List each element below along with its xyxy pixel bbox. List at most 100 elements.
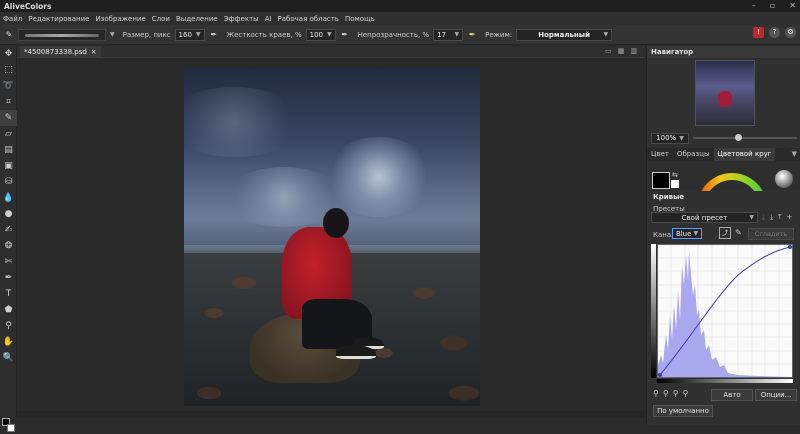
- navigator-header: Навигатор: [647, 46, 800, 58]
- gradient-tool-icon[interactable]: ▤: [0, 142, 17, 158]
- hand-tool-icon[interactable]: ✋: [0, 334, 17, 350]
- white-point-eyedropper-icon[interactable]: ⚲: [673, 389, 679, 398]
- pen-tool-icon[interactable]: ✒: [0, 270, 17, 286]
- pressure-pen-icon[interactable]: ✒: [209, 30, 219, 40]
- pressure-pen-icon[interactable]: ✒: [340, 30, 350, 40]
- options-button[interactable]: Опции...: [755, 389, 797, 401]
- foreground-color-swatch[interactable]: [652, 172, 670, 189]
- gray-point-eyedropper-icon[interactable]: ⚲: [663, 389, 669, 398]
- menu-effects[interactable]: Эффекты: [224, 15, 259, 23]
- menu-ai[interactable]: AI: [265, 15, 272, 23]
- opacity-input[interactable]: 17 ▼: [433, 28, 464, 41]
- swap-colors-icon[interactable]: ⇆: [672, 171, 678, 179]
- zoom-slider[interactable]: [693, 134, 797, 141]
- crop-tool-icon[interactable]: ⌗: [0, 94, 17, 110]
- zoom-slider-knob[interactable]: [734, 134, 742, 141]
- navigator-thumbnail[interactable]: [695, 60, 755, 126]
- document-tab[interactable]: *4500873338.psd ×: [20, 46, 101, 58]
- window-controls: – ▫ ✕: [752, 0, 796, 12]
- fill-tool-icon[interactable]: ▣: [0, 158, 17, 174]
- shape-tool-icon[interactable]: ⬟: [0, 302, 17, 318]
- channel-value: Blue: [675, 229, 692, 238]
- tab-color[interactable]: Цвет: [647, 148, 673, 161]
- horizontal-scrollbar[interactable]: [17, 411, 645, 418]
- blend-mode-value: Нормальный: [538, 30, 590, 39]
- menu-selection[interactable]: Выделение: [176, 15, 218, 23]
- panel-menu-icon[interactable]: ▼: [792, 148, 800, 161]
- background-color-swatch[interactable]: [7, 424, 15, 432]
- text-tool-icon[interactable]: T: [0, 286, 17, 302]
- move-tool-icon[interactable]: ✥: [0, 46, 17, 62]
- curves-graph-svg: [658, 245, 792, 377]
- lasso-tool-icon[interactable]: ➰: [0, 78, 17, 94]
- hardness-input[interactable]: 100 ▼: [305, 28, 336, 41]
- pressure-pen-icon[interactable]: ✒: [467, 30, 477, 40]
- maximize-icon[interactable]: ▫: [770, 0, 775, 12]
- title-bar: AliveColors – ▫ ✕: [0, 0, 800, 12]
- curves-graph[interactable]: [657, 244, 793, 378]
- channel-select[interactable]: Blue ▼: [672, 228, 702, 239]
- single-view-icon[interactable]: ▭: [605, 47, 612, 55]
- curve-endpoint[interactable]: [658, 373, 662, 377]
- marquee-tool-icon[interactable]: ⬚: [0, 62, 17, 78]
- black-point-eyedropper-icon[interactable]: ⚲: [653, 389, 659, 398]
- menu-help[interactable]: Помощь: [345, 15, 375, 23]
- retouch-tool-icon[interactable]: ✄: [0, 254, 17, 270]
- delete-preset-icon[interactable]: ⤓: [762, 213, 765, 222]
- curve-endpoint[interactable]: [788, 245, 792, 249]
- effects-brush-icon[interactable]: ❂: [0, 238, 17, 254]
- blur-tool-icon[interactable]: 💧: [0, 190, 17, 206]
- app-title: AliveColors: [4, 1, 52, 11]
- menu-file[interactable]: Файл: [3, 15, 22, 23]
- background-color-swatch[interactable]: [671, 180, 679, 188]
- help-icon[interactable]: ?: [769, 27, 780, 38]
- sample-eyedropper-icon[interactable]: ⚲: [683, 389, 689, 398]
- add-preset-icon[interactable]: +: [786, 213, 792, 222]
- menu-image[interactable]: Изображение: [95, 15, 145, 23]
- grid-view-icon[interactable]: ▦: [618, 47, 625, 55]
- alert-icon[interactable]: !: [753, 27, 764, 38]
- pencil-icon[interactable]: ✎: [735, 228, 742, 237]
- preset-select[interactable]: Свой пресет ▼: [651, 212, 758, 223]
- cloud-highlight: [184, 87, 304, 157]
- document-tab-row: *4500873338.psd × ▭ ▦ ▥: [17, 46, 645, 58]
- blend-mode-select[interactable]: Нормальный ▼: [516, 28, 613, 41]
- zoom-tool-icon[interactable]: 🔍: [0, 350, 17, 366]
- export-preset-icon[interactable]: ⤒: [778, 213, 781, 222]
- size-input[interactable]: 160 ▼: [174, 28, 205, 41]
- menu-layers[interactable]: Слои: [152, 15, 170, 23]
- minimize-icon[interactable]: –: [752, 0, 756, 12]
- zoom-select[interactable]: 100% ▼: [651, 132, 689, 144]
- color-swatches[interactable]: [2, 418, 16, 434]
- eraser-tool-icon[interactable]: ▱: [0, 126, 17, 142]
- smooth-button[interactable]: Сгладить: [748, 228, 794, 240]
- stamp-tool-icon[interactable]: ⛁: [0, 174, 17, 190]
- gear-icon[interactable]: ⚙: [785, 27, 796, 38]
- dodge-tool-icon[interactable]: ●: [0, 206, 17, 222]
- image-canvas[interactable]: [184, 67, 480, 406]
- eyedropper-tool-icon[interactable]: ⚲: [0, 318, 17, 334]
- close-icon[interactable]: ×: [91, 46, 97, 58]
- chevron-down-icon: ▼: [749, 214, 754, 221]
- color-sphere-preview[interactable]: [775, 170, 793, 188]
- curve-points-mode-icon[interactable]: ⤴: [719, 227, 731, 239]
- save-preset-icon[interactable]: ⤓: [770, 213, 773, 222]
- default-button[interactable]: По умолчанно: [653, 405, 713, 417]
- menu-workspace[interactable]: Рабочая область: [278, 15, 339, 23]
- navigator-title: Навигатор: [651, 48, 694, 56]
- document-tab-name: *4500873338.psd: [24, 48, 87, 56]
- tile-view-icon[interactable]: ▥: [630, 47, 637, 55]
- tab-swatches[interactable]: Образцы: [673, 148, 714, 161]
- brush-tool-icon[interactable]: ✎: [0, 110, 17, 126]
- chevron-down-icon[interactable]: ▼: [110, 31, 115, 38]
- smudge-tool-icon[interactable]: ✍: [0, 222, 17, 238]
- curves-title: Кривые: [653, 193, 685, 201]
- brush-preset-preview[interactable]: [18, 28, 106, 41]
- close-icon[interactable]: ✕: [789, 0, 796, 12]
- zoom-value: 100%: [656, 134, 677, 142]
- tab-color-wheel[interactable]: Цветовой круг: [713, 148, 776, 161]
- auto-button[interactable]: Авто: [711, 389, 753, 401]
- menu-edit[interactable]: Редактирование: [28, 15, 89, 23]
- opacity-label: Непрозрачность, %: [357, 30, 430, 39]
- opacity-value: 17: [437, 30, 447, 39]
